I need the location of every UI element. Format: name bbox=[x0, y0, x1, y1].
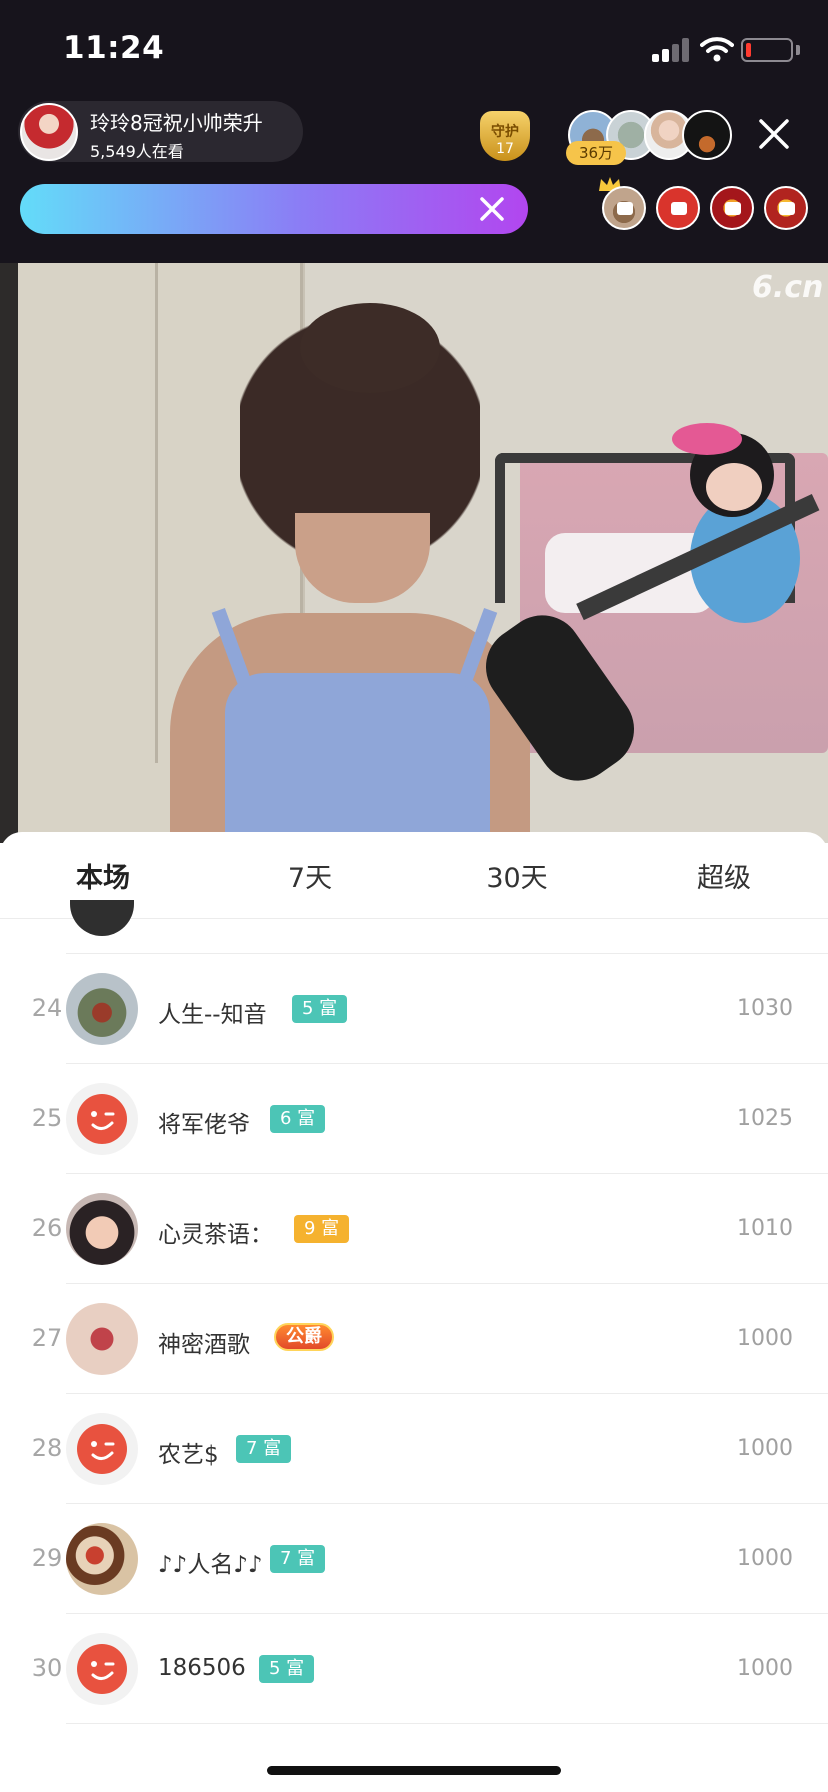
rank-number: 29 bbox=[31, 1544, 63, 1572]
contribution-score: 1000 bbox=[737, 1546, 793, 1571]
wealth-badge: 6 富 bbox=[270, 1105, 326, 1133]
home-indicator[interactable] bbox=[267, 1766, 561, 1775]
contribution-score: 1000 bbox=[737, 1436, 793, 1461]
rank-number: 26 bbox=[31, 1214, 63, 1242]
ranking-row[interactable]: 27 神密酒歌 公爵 1000 bbox=[0, 1284, 828, 1394]
battery-tip bbox=[796, 45, 800, 55]
cellular-signal-icon bbox=[652, 38, 690, 62]
contribution-score: 1030 bbox=[737, 996, 793, 1021]
host-avatar[interactable] bbox=[20, 103, 78, 161]
audience-count-badge: 36万 bbox=[566, 141, 626, 165]
duke-badge: 公爵 bbox=[274, 1323, 334, 1351]
fan-seat-4[interactable] bbox=[764, 186, 808, 230]
guard-badge[interactable]: 守护 17 bbox=[474, 107, 536, 165]
default-avatar-icon bbox=[77, 1094, 127, 1144]
guard-label: 守护 bbox=[491, 124, 519, 140]
user-avatar[interactable] bbox=[66, 1413, 138, 1485]
user-name: 人生--知音 bbox=[158, 1002, 267, 1028]
event-progress-bar[interactable] bbox=[20, 184, 528, 234]
host-name: 玲玲8冠祝小帅荣升 bbox=[90, 111, 263, 135]
user-avatar[interactable] bbox=[66, 973, 138, 1045]
wifi-icon bbox=[700, 37, 734, 62]
user-avatar[interactable] bbox=[66, 1083, 138, 1155]
ranking-row[interactable]: 30 186506 5 富 1000 bbox=[0, 1614, 828, 1724]
live-video[interactable] bbox=[0, 263, 828, 843]
streamer-hair-bun bbox=[300, 303, 440, 393]
site-watermark: 6.cn bbox=[752, 270, 824, 305]
tab-7-days[interactable]: 7天 bbox=[250, 856, 370, 895]
user-name: ♪♪人名♪♪ bbox=[158, 1552, 263, 1578]
contribution-score: 1010 bbox=[737, 1216, 793, 1241]
user-avatar[interactable] bbox=[66, 1193, 138, 1265]
fan-seat-3[interactable] bbox=[710, 186, 754, 230]
tab-this-session[interactable]: 本场 bbox=[43, 856, 163, 895]
tab-30-days[interactable]: 30天 bbox=[457, 856, 577, 895]
wealth-badge: 9 富 bbox=[294, 1215, 350, 1243]
user-avatar[interactable] bbox=[66, 1633, 138, 1705]
user-name: 186506 bbox=[158, 1655, 246, 1681]
user-avatar[interactable] bbox=[66, 1523, 138, 1595]
status-time: 11:24 bbox=[63, 30, 165, 66]
wealth-badge: 5 富 bbox=[292, 995, 348, 1023]
ranking-row[interactable]: 24 人生--知音 5 富 1030 bbox=[0, 954, 828, 1064]
ranking-row[interactable]: 29 ♪♪人名♪♪ 7 富 1000 bbox=[0, 1504, 828, 1614]
user-name: 神密酒歌 bbox=[158, 1332, 250, 1358]
progress-close-icon[interactable] bbox=[476, 193, 508, 225]
contribution-score: 1000 bbox=[737, 1656, 793, 1681]
rank-number: 30 bbox=[31, 1654, 63, 1682]
user-avatar[interactable] bbox=[66, 1303, 138, 1375]
rank-number: 24 bbox=[31, 994, 63, 1022]
battery-icon bbox=[741, 38, 793, 62]
user-name: 心灵茶语： bbox=[158, 1222, 273, 1248]
contribution-score: 1000 bbox=[737, 1326, 793, 1351]
wealth-badge: 7 富 bbox=[236, 1435, 292, 1463]
wealth-badge: 7 富 bbox=[270, 1545, 326, 1573]
rank-number: 27 bbox=[31, 1324, 63, 1352]
ranking-row[interactable]: 25 将军佬爷 6 富 1025 bbox=[0, 1064, 828, 1174]
tab-super[interactable]: 超级 bbox=[664, 856, 784, 895]
viewer-count: 5,549人在看 bbox=[90, 142, 184, 161]
wealth-badge: 5 富 bbox=[259, 1655, 315, 1683]
user-name: 将军佬爷 bbox=[158, 1112, 250, 1138]
streamer-top bbox=[225, 673, 490, 843]
ranking-row[interactable]: 28 农艺$ 7 富 1000 bbox=[0, 1394, 828, 1504]
row-divider bbox=[66, 1723, 828, 1724]
audience-avatar[interactable] bbox=[682, 110, 732, 160]
fan-seat-1[interactable] bbox=[602, 186, 646, 230]
wardrobe-edge bbox=[155, 263, 158, 763]
ranking-row[interactable]: 26 心灵茶语： 9 富 1010 bbox=[0, 1174, 828, 1284]
pillow bbox=[545, 533, 715, 613]
default-avatar-icon bbox=[77, 1644, 127, 1694]
fan-seat-2[interactable] bbox=[656, 186, 700, 230]
default-avatar-icon bbox=[77, 1424, 127, 1474]
close-icon[interactable] bbox=[756, 116, 792, 152]
contribution-score: 1025 bbox=[737, 1106, 793, 1131]
rank-number: 28 bbox=[31, 1434, 63, 1462]
plush-toy-bow bbox=[672, 423, 742, 455]
plush-toy-face bbox=[706, 463, 762, 511]
user-name: 农艺$ bbox=[158, 1442, 219, 1468]
guard-count: 17 bbox=[496, 141, 514, 157]
live-room-screen: { "status_bar": { "time": "11:24" }, "ho… bbox=[0, 0, 828, 1792]
rank-number: 25 bbox=[31, 1104, 63, 1132]
